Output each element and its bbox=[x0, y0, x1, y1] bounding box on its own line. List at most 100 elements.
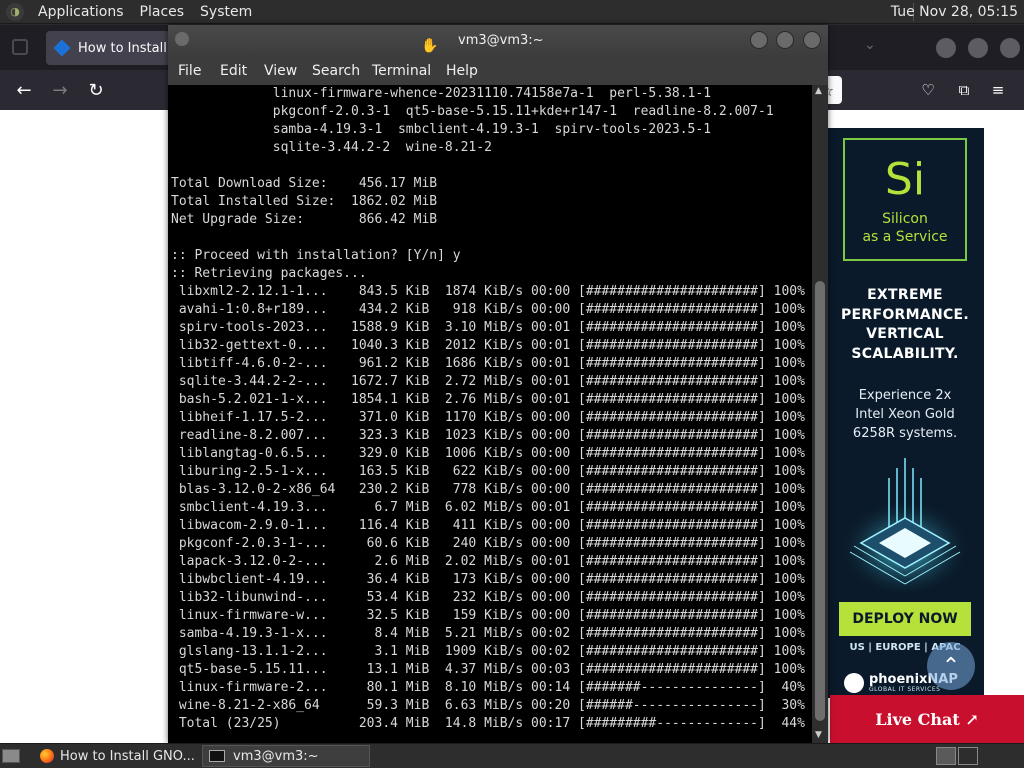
terminal-titlebar[interactable]: ✋ vm3@vm3:~ bbox=[168, 25, 828, 57]
menu-terminal[interactable]: Terminal bbox=[372, 63, 431, 79]
pocket-icon[interactable]: ♡ bbox=[916, 78, 940, 102]
desktop: ◑ Applications Places System Tue Nov 28,… bbox=[0, 0, 1024, 768]
ad-subtext-line: 6258R systems. bbox=[852, 426, 958, 441]
distro-logo-icon[interactable]: ◑ bbox=[6, 2, 24, 21]
browser-tab-active[interactable]: How to Install G bbox=[46, 31, 170, 65]
terminal-minimize-icon[interactable] bbox=[750, 31, 768, 49]
terminal-line: Total (23/25) 203.4 MiB 14.8 MiB/s 00:17… bbox=[171, 716, 805, 731]
terminal-line: linux-firmware-2... 80.1 MiB 8.10 MiB/s … bbox=[171, 680, 805, 695]
processor-chip-illustration bbox=[839, 458, 971, 593]
terminal-line: linux-firmware-whence-20231110.74158e7a-… bbox=[171, 86, 712, 101]
menu-edit[interactable]: Edit bbox=[220, 63, 247, 79]
terminal-line: libwbclient-4.19... 36.4 KiB 173 KiB/s 0… bbox=[171, 572, 805, 587]
terminal-line: :: Proceed with installation? [Y/n] y bbox=[171, 248, 461, 263]
ad-subtext-line: Experience 2x bbox=[858, 388, 952, 403]
terminal-menubar: File Edit View Search Terminal Help bbox=[168, 57, 828, 85]
terminal-line: smbclient-4.19.3... 6.7 MiB 6.02 MiB/s 0… bbox=[171, 500, 805, 515]
ad-subtext-line: Intel Xeon Gold bbox=[855, 407, 955, 422]
menu-help[interactable]: Help bbox=[446, 63, 478, 79]
terminal-line: glslang-13.1.1-2... 3.1 MiB 1909 KiB/s 0… bbox=[171, 644, 805, 659]
taskbar-item-terminal[interactable]: vm3@vm3:~ bbox=[202, 745, 370, 767]
terminal-maximize-icon[interactable] bbox=[776, 31, 794, 49]
workspace-2[interactable] bbox=[958, 747, 978, 765]
ad-headline: EXTREME PERFORMANCE. VERTICAL SCALABILIT… bbox=[826, 286, 984, 364]
window-menu-icon[interactable] bbox=[175, 32, 189, 46]
site-favicon-icon bbox=[53, 39, 71, 57]
terminal-line: samba-4.19.3-1-x... 8.4 MiB 5.21 MiB/s 0… bbox=[171, 626, 805, 641]
terminal-line: samba-4.19.3-1 smbclient-4.19.3-1 spirv-… bbox=[171, 122, 712, 137]
maximize-icon[interactable] bbox=[968, 38, 988, 58]
close-icon[interactable] bbox=[1000, 38, 1020, 58]
firefox-icon bbox=[40, 749, 54, 763]
scrollbar-thumb[interactable] bbox=[815, 281, 825, 721]
terminal-line: libtiff-4.6.0-2-... 961.2 KiB 1686 KiB/s… bbox=[171, 356, 805, 371]
terminal-line: sqlite-3.44.2-2-... 1672.7 KiB 2.72 MiB/… bbox=[171, 374, 805, 389]
terminal-line: libheif-1.17.5-2... 371.0 KiB 1170 KiB/s… bbox=[171, 410, 805, 425]
scroll-up-arrow-icon[interactable]: ▲ bbox=[815, 86, 822, 96]
terminal-line: lib32-gettext-0.... 1040.3 KiB 2012 KiB/… bbox=[171, 338, 805, 353]
applications-menu[interactable]: Applications bbox=[30, 4, 132, 20]
taskbar-item-label: vm3@vm3:~ bbox=[233, 748, 319, 764]
forward-arrow-icon[interactable]: → bbox=[48, 78, 72, 102]
si-subtitle-line2: as a Service bbox=[862, 229, 948, 245]
menu-file[interactable]: File bbox=[178, 63, 201, 79]
terminal-line: lib32-libunwind-... 53.4 KiB 232 KiB/s 0… bbox=[171, 590, 805, 605]
terminal-icon bbox=[209, 750, 225, 762]
scroll-down-arrow-icon[interactable]: ▼ bbox=[815, 730, 822, 740]
terminal-line: avahi-1:0.8+r189... 434.2 KiB 918 KiB/s … bbox=[171, 302, 805, 317]
si-badge: Si Silicon as a Service bbox=[843, 138, 967, 261]
show-desktop-icon[interactable] bbox=[2, 749, 20, 763]
scroll-to-top-icon[interactable]: ⌃ bbox=[927, 642, 975, 690]
terminal-line: liblangtag-0.6.5... 329.0 KiB 1006 KiB/s… bbox=[171, 446, 805, 461]
system-menu[interactable]: System bbox=[192, 4, 260, 20]
terminal-line: Net Upgrade Size: 866.42 MiB bbox=[171, 212, 438, 227]
live-chat-button[interactable]: Live Chat ↗ bbox=[830, 695, 1024, 743]
ad-headline-line: EXTREME bbox=[867, 287, 943, 303]
si-symbol: Si bbox=[884, 154, 926, 205]
terminal-close-icon[interactable] bbox=[803, 31, 821, 49]
terminal-line: sqlite-3.44.2-2 wine-8.21-2 bbox=[171, 140, 492, 155]
back-arrow-icon[interactable]: ← bbox=[12, 78, 36, 102]
terminal-line: wine-8.21-2-x86_64 59.3 MiB 6.63 MiB/s 0… bbox=[171, 698, 805, 713]
terminal-output[interactable]: linux-firmware-whence-20231110.74158e7a-… bbox=[168, 85, 812, 743]
ad-subtext: Experience 2x Intel Xeon Gold 6258R syst… bbox=[826, 386, 984, 443]
terminal-line: bash-5.2.021-1-x... 1854.1 KiB 2.76 MiB/… bbox=[171, 392, 805, 407]
deploy-now-button[interactable]: DEPLOY NOW bbox=[839, 602, 971, 636]
minimize-icon[interactable] bbox=[936, 38, 956, 58]
terminal-line: pkgconf-2.0.3-1-... 60.6 KiB 240 KiB/s 0… bbox=[171, 536, 805, 551]
terminal-scrollbar[interactable]: ▲ ▼ bbox=[812, 85, 828, 743]
workspace-1[interactable] bbox=[936, 747, 956, 765]
top-panel: ◑ Applications Places System Tue Nov 28,… bbox=[0, 0, 1024, 24]
terminal-line: readline-8.2.007... 323.3 KiB 1023 KiB/s… bbox=[171, 428, 805, 443]
extensions-icon[interactable]: ⧉ bbox=[952, 78, 976, 102]
menu-hamburger-icon[interactable]: ≡ bbox=[986, 78, 1010, 102]
places-menu[interactable]: Places bbox=[132, 4, 193, 20]
terminal-line: liburing-2.5-1-x... 163.5 KiB 622 KiB/s … bbox=[171, 464, 805, 479]
terminal-line: spirv-tools-2023... 1588.9 KiB 3.10 MiB/… bbox=[171, 320, 805, 335]
terminal-line: :: Retrieving packages... bbox=[171, 266, 367, 281]
terminal-line: blas-3.12.0-2-x86_64 230.2 KiB 778 KiB/s… bbox=[171, 482, 805, 497]
terminal-window: ✋ vm3@vm3:~ File Edit View Search Termin… bbox=[168, 25, 828, 743]
grab-hand-icon: ✋ bbox=[421, 38, 439, 54]
tab-overview-icon[interactable] bbox=[12, 39, 28, 55]
terminal-line: Total Download Size: 456.17 MiB bbox=[171, 176, 438, 191]
menu-view[interactable]: View bbox=[264, 63, 297, 79]
tab-list-chevron-icon[interactable]: ⌄ bbox=[864, 37, 876, 53]
taskbar-item-label: How to Install GNO... bbox=[60, 748, 195, 764]
taskbar-item-browser[interactable]: How to Install GNO... bbox=[34, 745, 200, 767]
tab-title: How to Install G bbox=[78, 40, 170, 56]
terminal-line: linux-firmware-w... 32.5 KiB 159 KiB/s 0… bbox=[171, 608, 805, 623]
terminal-line: libxml2-2.12.1-1... 843.5 KiB 1874 KiB/s… bbox=[171, 284, 805, 299]
terminal-lines: linux-firmware-whence-20231110.74158e7a-… bbox=[171, 85, 805, 733]
clock[interactable]: Tue Nov 28, 05:15 bbox=[891, 4, 1018, 20]
bottom-panel: How to Install GNO... vm3@vm3:~ bbox=[0, 743, 1024, 768]
terminal-line: qt5-base-5.15.11... 13.1 MiB 4.37 MiB/s … bbox=[171, 662, 805, 677]
terminal-line: Total Installed Size: 1862.02 MiB bbox=[171, 194, 438, 209]
advertisement[interactable]: Si Silicon as a Service EXTREME PERFORMA… bbox=[826, 128, 984, 698]
reload-icon[interactable]: ↻ bbox=[84, 78, 108, 102]
terminal-title: vm3@vm3:~ bbox=[458, 33, 544, 48]
menu-search[interactable]: Search bbox=[312, 63, 360, 79]
ad-headline-line: PERFORMANCE. bbox=[840, 306, 970, 323]
